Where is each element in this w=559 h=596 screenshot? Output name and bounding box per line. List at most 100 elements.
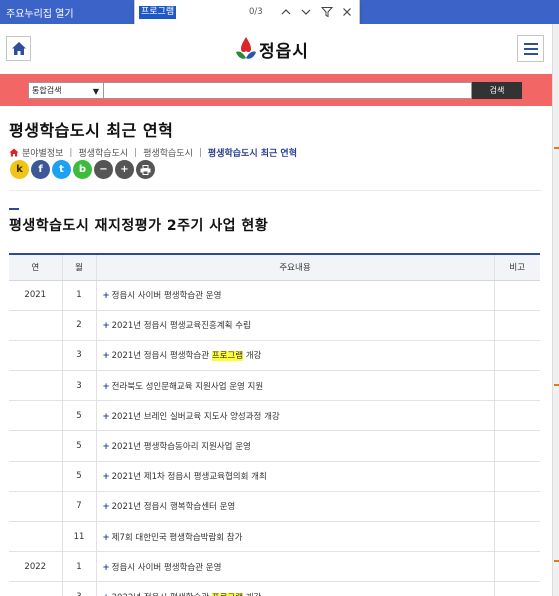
plus-icon: + (102, 502, 110, 513)
cell-content: +2021년 정읍시 평생교육진흥계획 수립 (95, 310, 494, 341)
search-button[interactable]: 검색 (472, 82, 522, 99)
cell-note (493, 461, 540, 492)
table-row: 3 + 전라북도 성인문해교육 지원사업 운영 지원 (9, 370, 540, 402)
table-row: 3+2022년 정읍시 평생학습관 프로그램 개강 (9, 581, 540, 596)
content-text: 개강 (243, 351, 262, 362)
table-row: 2 +2021년 정읍시 평생교육진흥계획 수립 (9, 310, 540, 341)
section-title: 평생학습도시 재지정평가 2주기 사업 현황 (9, 218, 269, 234)
hamburger-menu-icon (523, 42, 538, 55)
cell-note (493, 340, 540, 372)
menu-button[interactable] (517, 35, 544, 62)
search-input[interactable] (103, 82, 472, 99)
cell-content: +2021년 정읍시 평생학습관 프로그램 개강 (95, 340, 494, 372)
column-header-year: 연 (9, 253, 62, 281)
breadcrumb-item[interactable]: 평생학습도시 (78, 146, 128, 159)
site-header: 정읍시 (0, 24, 552, 74)
breadcrumb-item[interactable]: 평생학습도시 (143, 146, 193, 159)
content-text: 2021년 정읍시 평생교육진흥계획 수립 (111, 321, 251, 332)
search-band: 통합검색 ▼ 검색 (0, 74, 552, 106)
find-filter-button[interactable] (319, 4, 335, 20)
page-scrollbar[interactable] (552, 24, 559, 596)
facebook-icon[interactable]: f (31, 160, 50, 179)
cell-year (9, 581, 62, 596)
find-next-button[interactable] (298, 4, 314, 20)
content-text: 2021년 제1차 정읍시 평생교육협의회 개최 (111, 472, 267, 483)
cell-month: 2 (61, 310, 96, 341)
column-header-note: 비고 (493, 253, 540, 281)
home-icon (11, 42, 26, 55)
share-toolbar: k f t b − + (10, 160, 155, 179)
column-header-content: 주요내용 (95, 253, 494, 281)
cell-month: 3 (61, 581, 96, 596)
cell-year (9, 430, 62, 462)
history-table: 연 월 주요내용 비고 2021 1 + 정읍시 사이버 평생학습관 운영 2 +2021… (9, 253, 540, 596)
cell-content: +2021년 평생학습동아리 지원사업 운영 (95, 430, 494, 462)
plus-icon: + (102, 351, 110, 362)
find-previous-button[interactable] (278, 4, 294, 20)
cell-month: 3 (61, 370, 96, 402)
table-row: 7 +2021년 정읍시 행복학습센터 운영 (9, 491, 540, 523)
scroll-find-marker (554, 560, 559, 562)
cell-note (493, 551, 540, 583)
table-row: 3 +2021년 정읍시 평생학습관 프로그램 개강 (9, 340, 540, 372)
cell-note (493, 581, 540, 596)
content-text: 2021년 정읍시 평생학습관 (111, 351, 212, 362)
plus-icon: + (102, 291, 110, 302)
table-header-row: 연 월 주요내용 비고 (9, 253, 540, 281)
home-button[interactable] (6, 36, 31, 61)
column-header-month: 월 (61, 253, 96, 281)
cell-month: 5 (61, 430, 96, 462)
chevron-down-icon (301, 9, 311, 15)
table-row: 11 + 제7회 대한민국 평생학습박람회 참가 (9, 521, 540, 553)
page-title: 평생학습도시 최근 연혁 (9, 121, 174, 140)
print-icon[interactable] (136, 160, 155, 179)
cell-month: 11 (61, 521, 96, 553)
twitter-icon[interactable]: t (52, 160, 71, 179)
breadcrumb-separator: | (69, 147, 73, 158)
content-text: 정읍시 사이버 평생학습관 운영 (111, 562, 222, 573)
cell-year: 2021 (9, 280, 62, 311)
find-input[interactable]: 프로그램 (139, 6, 177, 19)
plus-icon: + (102, 532, 110, 543)
cell-content: + 정읍시 사이버 평생학습관 운영 (95, 551, 494, 583)
cell-year (9, 521, 62, 553)
table-row: 5 +2021년 제1차 정읍시 평생교육협의회 개최 (9, 461, 540, 492)
cell-note (493, 521, 540, 553)
plus-icon: + (102, 381, 110, 392)
chevron-up-icon (281, 9, 291, 15)
table-row: 5 +2021년 평생학습동아리 지원사업 운영 (9, 430, 540, 462)
band-icon[interactable]: b (73, 160, 92, 179)
zoom-in-icon[interactable]: + (115, 160, 134, 179)
cell-note (493, 491, 540, 523)
plus-icon: + (102, 321, 110, 332)
plus-icon: + (102, 562, 110, 573)
find-close-button[interactable] (339, 4, 355, 20)
window-title: 주요누리집 열기 (6, 9, 74, 20)
content-text: 2021년 브레인 실버교육 지도사 양성과정 개강 (111, 411, 280, 422)
cell-content: + 정읍시 사이버 평생학습관 운영 (95, 280, 494, 311)
search-scope-select[interactable]: 통합검색 ▼ (28, 82, 103, 99)
search-scope-label: 통합검색 (32, 86, 62, 95)
kakaostory-icon[interactable]: k (10, 160, 29, 179)
filter-icon (321, 7, 333, 18)
cell-content: +2021년 정읍시 행복학습센터 운영 (95, 491, 494, 523)
content-text: 제7회 대한민국 평생학습박람회 참가 (111, 532, 243, 543)
breadcrumb-item[interactable]: 분야별정보 (22, 146, 63, 159)
cell-month: 5 (61, 461, 96, 492)
breadcrumb-separator: | (134, 147, 138, 158)
cell-note (493, 400, 540, 432)
plus-icon: + (102, 411, 110, 422)
table-row: 2021 1 + 정읍시 사이버 평생학습관 운영 (9, 280, 540, 311)
site-logo[interactable]: 정읍시 (235, 34, 309, 64)
breadcrumb-current: 평생학습도시 최근 연혁 (207, 149, 297, 159)
content-text: 정읍시 사이버 평생학습관 운영 (111, 291, 222, 302)
zoom-out-icon[interactable]: − (94, 160, 113, 179)
cell-month: 5 (61, 400, 96, 432)
plus-icon: + (102, 442, 110, 453)
cell-month: 7 (61, 491, 96, 523)
scroll-find-marker (554, 384, 559, 386)
home-icon[interactable] (9, 148, 19, 157)
caret-down-icon: ▼ (92, 87, 99, 96)
section-accent-bar (9, 208, 19, 210)
cell-month: 3 (61, 340, 96, 372)
